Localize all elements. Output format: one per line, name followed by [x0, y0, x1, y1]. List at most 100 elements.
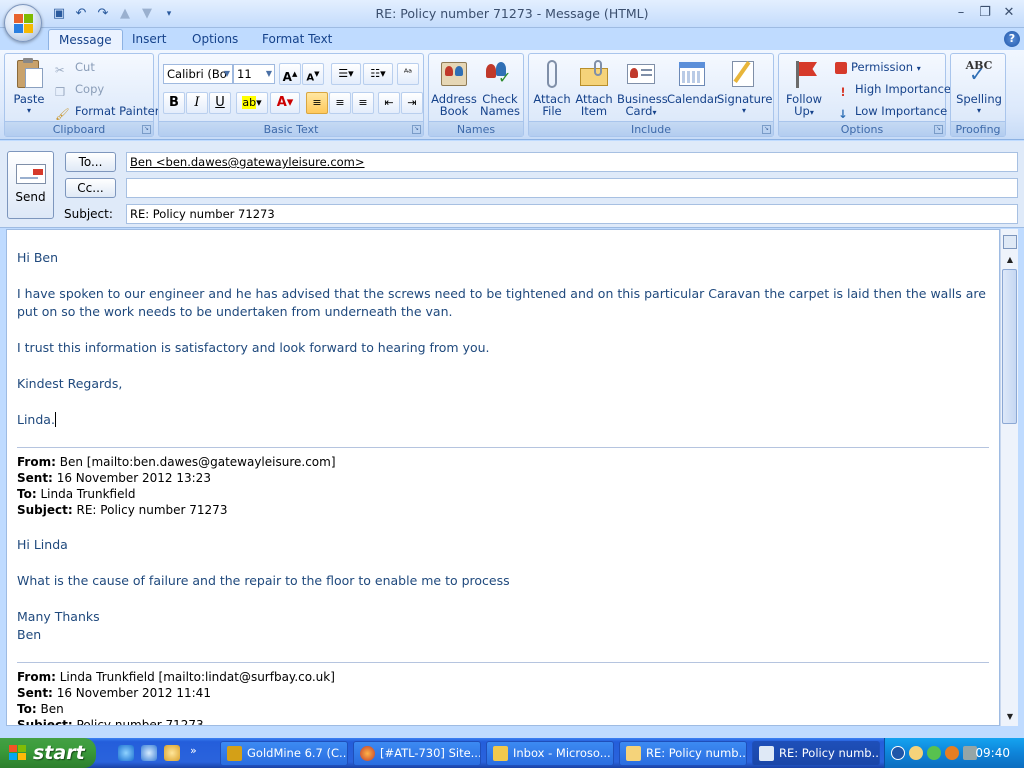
permission-icon	[835, 62, 847, 74]
scroll-up-icon[interactable]: ▲	[1003, 253, 1017, 267]
quote1-from-line: From: Ben [mailto:ben.dawes@gatewayleisu…	[17, 455, 336, 469]
low-importance-button[interactable]: ↓ Low Importance	[835, 101, 947, 121]
font-color-button[interactable]: A▾	[270, 92, 300, 114]
attach-item-button[interactable]: Attach Item	[573, 56, 615, 117]
scroll-down-icon[interactable]: ▼	[1003, 710, 1017, 724]
attach-file-button[interactable]: Attach File	[531, 56, 573, 117]
include-group: Attach File Attach Item Business Card▾ C…	[528, 53, 774, 137]
low-importance-icon: ↓	[838, 107, 848, 121]
body-scrollbar[interactable]: ▲ ▼	[1000, 229, 1018, 726]
paste-button[interactable]: Paste ▾	[9, 56, 49, 117]
quote1-closing: Many Thanks	[17, 609, 100, 624]
flag-icon	[788, 58, 820, 90]
window-title: RE: Policy number 71273 - Message (HTML)	[375, 6, 649, 21]
format-painter-label: Format Painter	[75, 104, 160, 118]
align-center-button[interactable]: ≡	[329, 92, 351, 114]
cut-button[interactable]: ✂ Cut	[55, 57, 95, 77]
maximize-button[interactable]: ❐	[974, 4, 996, 22]
clipboard-launcher-icon[interactable]: ↘	[142, 125, 151, 134]
options-group: Follow Up▾ Permission ▾ ! High Importance…	[778, 53, 951, 137]
body-closing: Kindest Regards,	[17, 376, 123, 391]
include-launcher-icon[interactable]: ↘	[762, 125, 771, 134]
cc-button[interactable]: Cc...	[65, 178, 116, 198]
scroll-thumb[interactable]	[1002, 269, 1017, 424]
chevron-down-icon: ▾	[976, 106, 981, 115]
minimize-button[interactable]: –	[950, 4, 972, 22]
calendar-button[interactable]: Calendar	[667, 56, 719, 105]
permission-label: Permission	[851, 60, 914, 74]
office-button[interactable]	[4, 4, 42, 42]
tray-green-icon[interactable]	[927, 746, 941, 760]
subject-field[interactable]: RE: Policy number 71273	[126, 204, 1018, 224]
align-left-button[interactable]: ≡	[306, 92, 328, 114]
font-size-value: 11	[237, 67, 252, 81]
internet-explorer-icon[interactable]	[118, 745, 134, 761]
body-signature-line: Linda.	[17, 411, 989, 429]
tab-format-text[interactable]: Format Text	[252, 29, 342, 50]
font-size-box[interactable]: 11 ▼	[233, 64, 275, 84]
firefox-icon	[360, 746, 375, 761]
business-card-button[interactable]: Business Card▾	[617, 56, 668, 119]
send-label: Send	[15, 190, 46, 204]
format-painter-button[interactable]: 🖌 Format Painter	[55, 101, 159, 121]
increase-indent-button[interactable]: ⇥	[401, 92, 423, 114]
tab-message[interactable]: Message	[48, 29, 123, 50]
bold-button[interactable]: B	[163, 92, 185, 114]
start-button[interactable]: start	[0, 738, 96, 768]
low-importance-label: Low Importance	[855, 104, 948, 118]
to-recipient[interactable]: Ben <ben.dawes@gatewayleisure.com>	[130, 155, 365, 169]
tray-orange-icon[interactable]	[945, 746, 959, 760]
signature-button[interactable]: Signature ▾	[717, 56, 772, 117]
title-bar: ▣ ↶ ↷ ▲ ▼ ▾ RE: Policy number 71273 - Me…	[0, 0, 1024, 42]
check-names-label-2: Names	[480, 104, 520, 118]
tray-outlook-icon[interactable]	[909, 746, 923, 760]
decrease-indent-button[interactable]: ⇤	[378, 92, 400, 114]
tab-options[interactable]: Options	[182, 29, 248, 50]
permission-button[interactable]: Permission ▾	[835, 57, 921, 77]
body-paragraph-1: I have spoken to our engineer and he has…	[17, 286, 986, 319]
underline-button[interactable]: U	[209, 92, 231, 114]
options-launcher-icon[interactable]: ↘	[934, 125, 943, 134]
basic-text-launcher-icon[interactable]: ↘	[412, 125, 421, 134]
chevron-down-icon: ▾	[916, 64, 921, 73]
split-view-icon[interactable]	[1003, 235, 1017, 249]
desktop-icon[interactable]	[141, 745, 157, 761]
to-field[interactable]: Ben <ben.dawes@gatewayleisure.com>	[126, 152, 1018, 172]
subject-label: Subject:	[64, 207, 113, 221]
taskbar-item-policy-2[interactable]: RE: Policy numb...	[752, 741, 880, 766]
quoted-message-1: From: Ben [mailto:ben.dawes@gatewayleisu…	[7, 454, 999, 644]
clear-formatting-button[interactable]: ᴬᵃ	[397, 63, 419, 85]
quote2-sent-line: Sent: 16 November 2012 11:41	[17, 686, 211, 700]
follow-up-button[interactable]: Follow Up▾	[781, 56, 827, 119]
tray-collapse-icon[interactable]	[891, 746, 905, 760]
taskbar-item-policy-1[interactable]: RE: Policy numb...	[619, 741, 747, 766]
check-names-button[interactable]: ✓ Check Names	[477, 56, 523, 117]
align-right-button[interactable]: ≡	[352, 92, 374, 114]
taskbar-item-inbox[interactable]: Inbox - Microso...	[486, 741, 614, 766]
highlight-button[interactable]: ab▾	[236, 92, 268, 114]
to-button[interactable]: To...	[65, 152, 116, 172]
tab-insert[interactable]: Insert	[122, 29, 176, 50]
italic-button[interactable]: I	[186, 92, 208, 114]
envelope-clip-icon	[578, 58, 610, 90]
copy-button[interactable]: ❐ Copy	[55, 79, 104, 99]
message-body[interactable]: Hi Ben I have spoken to our engineer and…	[6, 229, 1000, 726]
system-tray: 09:40	[884, 738, 1024, 768]
options-group-label: Options	[779, 121, 945, 136]
numbering-button[interactable]: ☷▾	[363, 63, 393, 85]
help-icon[interactable]: ?	[1004, 31, 1020, 47]
font-name-box[interactable]: Calibri (Bo ▼	[163, 64, 233, 84]
outlook-icon[interactable]	[164, 745, 180, 761]
send-button[interactable]: Send	[7, 151, 54, 219]
close-button[interactable]: ✕	[998, 4, 1020, 22]
taskbar-item-firefox[interactable]: [#ATL-730] Site...	[353, 741, 481, 766]
taskbar-item-goldmine[interactable]: GoldMine 6.7 (C...	[220, 741, 348, 766]
grow-font-button[interactable]: A▲	[279, 63, 301, 85]
address-book-button[interactable]: Address Book	[431, 56, 477, 117]
cc-field[interactable]	[126, 178, 1018, 198]
chevron-more-icon[interactable]: »	[190, 744, 197, 757]
high-importance-button[interactable]: ! High Importance	[835, 79, 951, 99]
shrink-font-button[interactable]: A▼	[302, 63, 324, 85]
bullets-button[interactable]: ☰▾	[331, 63, 361, 85]
spelling-button[interactable]: ABC ✓ Spelling ▾	[953, 56, 1005, 117]
